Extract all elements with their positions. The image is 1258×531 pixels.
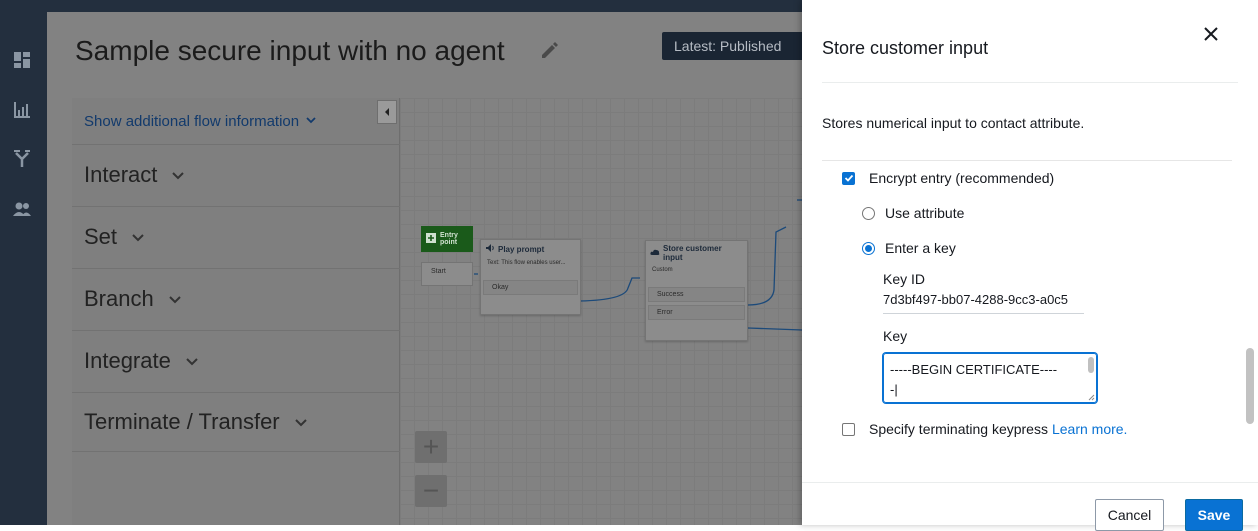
- divider: [822, 82, 1238, 83]
- enter-key-radio[interactable]: [862, 241, 875, 255]
- node-title: Store customer input: [663, 244, 722, 262]
- entry-label: Entry point: [440, 232, 458, 246]
- store-input-node[interactable]: Store customer input Custom Success Erro…: [645, 240, 748, 341]
- play-prompt-node[interactable]: Play prompt Text: This flow enables user…: [480, 239, 581, 315]
- encrypt-row: Encrypt entry (recommended): [842, 170, 1054, 186]
- close-icon[interactable]: [1200, 23, 1222, 45]
- node-branch: Okay: [483, 280, 578, 295]
- entry-start: Start: [421, 262, 473, 286]
- terminating-label: Specify terminating keypress: [869, 421, 1048, 437]
- divider: [802, 482, 1258, 483]
- entry-icon: [425, 232, 437, 246]
- node-header: Store customer input: [646, 241, 747, 265]
- key-id-input[interactable]: 7d3bf497-bb07-4288-9cc3-a0c5: [883, 292, 1084, 314]
- node-subtitle: Custom: [652, 267, 673, 273]
- use-attribute-row: Use attribute: [862, 205, 964, 221]
- node-header: Play prompt: [481, 240, 580, 258]
- learn-more-link[interactable]: Learn more.: [1052, 421, 1127, 437]
- encrypt-checkbox[interactable]: [842, 171, 855, 185]
- key-textarea[interactable]: -----BEGIN CERTIFICATE---- -|: [883, 353, 1097, 403]
- encrypt-label: Encrypt entry (recommended): [869, 170, 1055, 186]
- zoom-in-button[interactable]: +: [415, 431, 447, 463]
- dialog-title: Store customer input: [822, 38, 989, 58]
- save-button[interactable]: Save: [1185, 499, 1243, 531]
- key-line-2: -|: [890, 382, 898, 397]
- textarea-scrollbar[interactable]: [1088, 357, 1094, 373]
- node-title: Play prompt: [498, 244, 545, 254]
- dialog-scrollbar[interactable]: [1246, 348, 1254, 424]
- checkmark-icon: [844, 174, 853, 182]
- node-branch: Error: [648, 305, 745, 320]
- terminating-row: Specify terminating keypress Learn more.: [842, 421, 1127, 437]
- enter-key-label: Enter a key: [885, 240, 956, 256]
- node-branch: Success: [648, 287, 745, 302]
- store-input-dialog: Store customer input Stores numerical in…: [802, 0, 1258, 531]
- enter-key-row: Enter a key: [862, 240, 956, 256]
- key-line-1: -----BEGIN CERTIFICATE----: [890, 362, 1058, 377]
- entry-point-node[interactable]: Entry point: [421, 226, 473, 252]
- divider: [822, 160, 1232, 161]
- speaker-icon: [485, 243, 495, 255]
- key-label: Key: [883, 328, 908, 344]
- zoom-out-button[interactable]: −: [415, 475, 447, 507]
- cloud-icon: [650, 248, 660, 258]
- node-text: Text: This flow enables user...: [487, 260, 566, 266]
- key-id-label: Key ID: [883, 271, 926, 287]
- resize-grip-icon[interactable]: [1087, 393, 1095, 401]
- cancel-button[interactable]: Cancel: [1095, 499, 1164, 531]
- use-attribute-radio[interactable]: [862, 206, 875, 220]
- dialog-description: Stores numerical input to contact attrib…: [822, 115, 1085, 131]
- terminating-checkbox[interactable]: [842, 422, 855, 436]
- use-attribute-label: Use attribute: [885, 205, 965, 221]
